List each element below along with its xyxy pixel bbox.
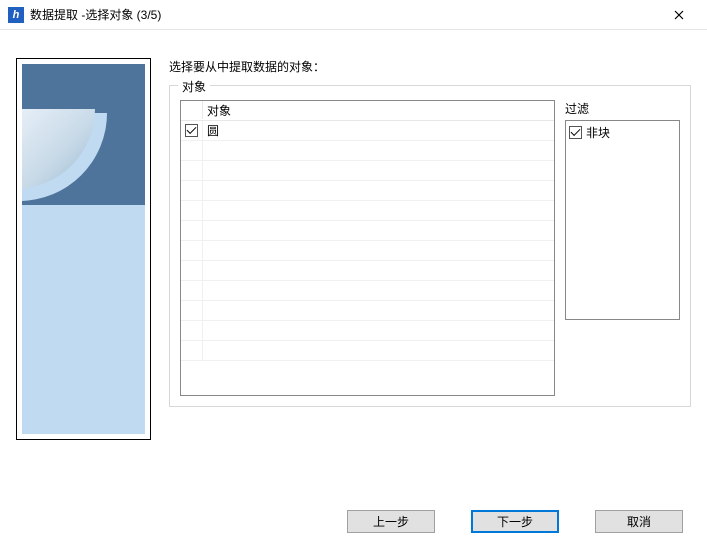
object-row-empty <box>181 321 554 341</box>
instruction-text: 选择要从中提取数据的对象： <box>169 58 691 75</box>
object-row-empty <box>181 281 554 301</box>
window-title: 数据提取 -选择对象 (3/5) <box>30 6 659 23</box>
wizard-preview <box>16 58 151 440</box>
content-area: 选择要从中提取数据的对象： 对象 对象 圆 过滤 非块 <box>0 30 707 450</box>
object-row-empty <box>181 201 554 221</box>
cancel-button[interactable]: 取消 <box>595 510 683 533</box>
object-header-label: 对象 <box>203 101 554 120</box>
object-groupbox: 对象 对象 圆 过滤 非块 <box>169 85 691 407</box>
preview-page <box>22 64 145 434</box>
titlebar: h 数据提取 -选择对象 (3/5) <box>0 0 707 30</box>
object-row-empty <box>181 241 554 261</box>
object-list[interactable]: 对象 圆 <box>180 100 555 396</box>
object-row-empty <box>181 221 554 241</box>
object-row-empty <box>181 181 554 201</box>
object-row-empty <box>181 161 554 181</box>
filter-row[interactable]: 非块 <box>569 124 676 141</box>
filter-item-label: 非块 <box>586 124 610 141</box>
object-row[interactable]: 圆 <box>181 121 554 141</box>
filter-label: 过滤 <box>565 100 680 117</box>
object-row-empty <box>181 141 554 161</box>
close-button[interactable] <box>659 1 699 29</box>
object-label: 圆 <box>203 122 554 139</box>
filter-checkbox[interactable] <box>569 126 582 139</box>
groupbox-title: 对象 <box>178 78 210 95</box>
object-list-header: 对象 <box>181 101 554 121</box>
main-panel: 选择要从中提取数据的对象： 对象 对象 圆 过滤 非块 <box>169 58 691 440</box>
object-row-empty <box>181 261 554 281</box>
app-icon: h <box>8 7 24 23</box>
object-row-empty <box>181 341 554 361</box>
button-bar: 上一步 下一步 取消 <box>0 450 707 551</box>
filter-column: 过滤 非块 <box>565 100 680 396</box>
filter-list[interactable]: 非块 <box>565 120 680 320</box>
close-icon <box>674 10 684 20</box>
next-button[interactable]: 下一步 <box>471 510 559 533</box>
object-checkbox[interactable] <box>185 124 198 137</box>
back-button[interactable]: 上一步 <box>347 510 435 533</box>
object-row-empty <box>181 301 554 321</box>
